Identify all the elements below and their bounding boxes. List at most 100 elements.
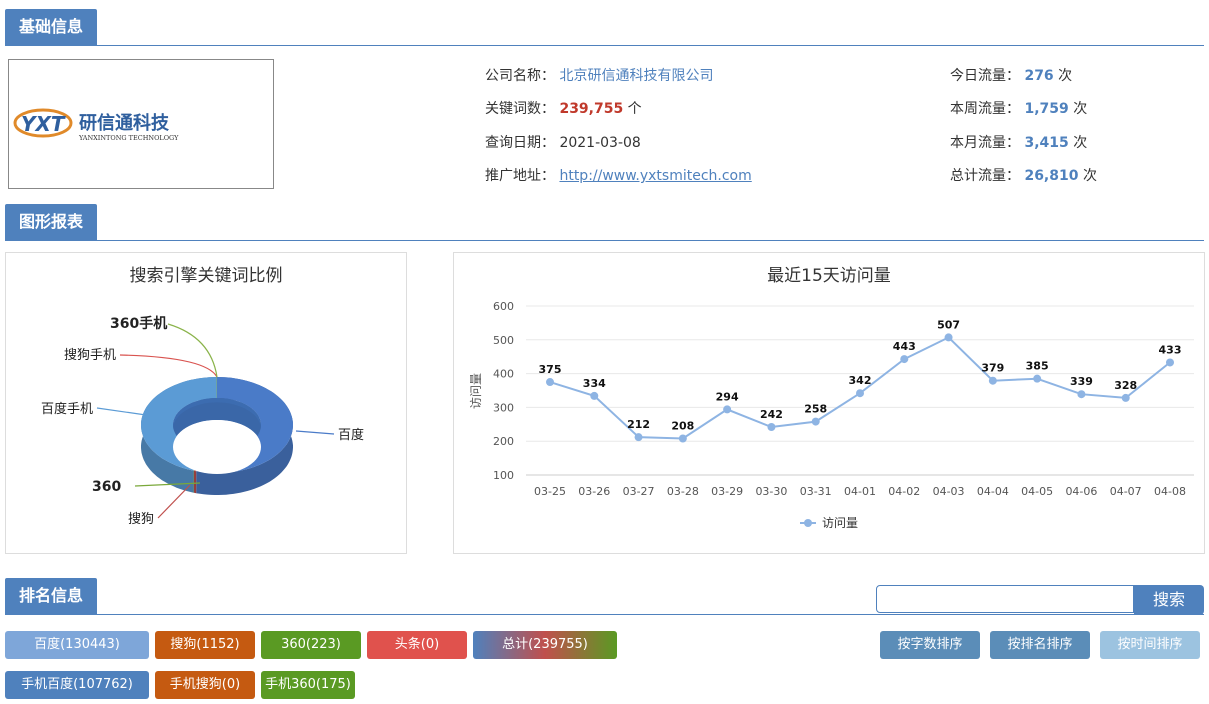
x-tick-11: 04-05	[1021, 485, 1053, 498]
data-point-11[interactable]	[1033, 375, 1041, 383]
donut-leader-5	[168, 324, 217, 377]
total-traffic-unit: 次	[1083, 168, 1097, 184]
data-point-1[interactable]	[590, 392, 598, 400]
company-name-label: 公司名称：	[485, 68, 555, 84]
today-traffic-label: 今日流量：	[950, 68, 1020, 84]
week-traffic-value: 1,759	[1024, 101, 1068, 117]
x-tick-2: 03-27	[623, 485, 655, 498]
donut-label-3: 百度手机	[41, 401, 93, 417]
promo-url-link[interactable]: http://www.yxtsmitech.com	[559, 168, 751, 184]
y-tick-4: 500	[493, 334, 514, 347]
data-label-2: 212	[627, 418, 650, 431]
data-label-0: 375	[539, 363, 562, 376]
x-tick-14: 04-08	[1154, 485, 1186, 498]
charts-header: 图形报表	[5, 204, 1204, 241]
data-label-4: 294	[716, 390, 739, 403]
x-tick-7: 04-01	[844, 485, 876, 498]
y-tick-3: 400	[493, 368, 514, 381]
data-label-8: 443	[893, 340, 916, 353]
data-point-7[interactable]	[856, 389, 864, 397]
engine-filter-button-1[interactable]: 搜狗(1152)	[155, 631, 255, 659]
keyword-count-row: 关键词数： 239,755 个	[485, 98, 642, 118]
ranking-tab: 排名信息	[5, 578, 97, 614]
x-tick-10: 04-04	[977, 485, 1009, 498]
data-point-5[interactable]	[767, 423, 775, 431]
search-button[interactable]: 搜索	[1134, 585, 1204, 615]
visits-chart-panel: 最近15天访问量 100200300400500600访问量03-2503-26…	[453, 252, 1205, 554]
promo-url-row: 推广地址： http://www.yxtsmitech.com	[485, 165, 752, 185]
x-tick-6: 03-31	[800, 485, 832, 498]
x-tick-3: 03-28	[667, 485, 699, 498]
donut-hole-bottom	[173, 420, 261, 474]
data-label-13: 328	[1114, 379, 1137, 392]
keyword-ratio-chart: 百度搜狗360百度手机搜狗手机360手机	[6, 253, 406, 553]
x-tick-9: 04-03	[933, 485, 965, 498]
data-label-11: 385	[1026, 360, 1049, 373]
charts-tab: 图形报表	[5, 204, 97, 240]
engine-filter-button-2[interactable]: 360(223)	[261, 631, 361, 659]
week-traffic-label: 本周流量：	[950, 101, 1020, 117]
query-date-value: 2021-03-08	[559, 135, 640, 151]
month-traffic-unit: 次	[1073, 135, 1087, 151]
logo-graphic: YXT 研信通科技 YANXINTONG TECHNOLOGY	[9, 60, 273, 188]
donut-leader-3	[97, 408, 146, 415]
logo-abbr: YXT	[21, 112, 66, 136]
sort-button-2[interactable]: 按时间排序	[1100, 631, 1200, 659]
x-tick-0: 03-25	[534, 485, 566, 498]
y-tick-0: 100	[493, 469, 514, 482]
mobile-filter-button-1[interactable]: 手机搜狗(0)	[155, 671, 255, 699]
legend-label: 访问量	[822, 516, 858, 530]
x-tick-1: 03-26	[578, 485, 610, 498]
data-label-3: 208	[671, 419, 694, 432]
data-point-6[interactable]	[812, 418, 820, 426]
engine-filter-button-4[interactable]: 总计(239755)	[473, 631, 617, 659]
donut-label-2: 360	[92, 479, 121, 495]
sort-button-1[interactable]: 按排名排序	[990, 631, 1090, 659]
x-tick-13: 04-07	[1110, 485, 1142, 498]
mobile-filter-button-2[interactable]: 手机360(175)	[261, 671, 355, 699]
data-label-10: 379	[981, 362, 1004, 375]
engine-filter-button-0[interactable]: 百度(130443)	[5, 631, 149, 659]
basic-info-header: 基础信息	[5, 9, 1204, 46]
keyword-count-value: 239,755	[559, 101, 623, 117]
donut-label-5: 360手机	[110, 315, 167, 332]
data-point-3[interactable]	[679, 434, 687, 442]
month-traffic-row: 本月流量： 3,415 次	[950, 132, 1087, 152]
donut-side-1	[194, 471, 196, 493]
sort-button-0[interactable]: 按字数排序	[880, 631, 980, 659]
data-point-13[interactable]	[1122, 394, 1130, 402]
donut-leader-0	[296, 431, 334, 434]
data-point-2[interactable]	[635, 433, 643, 441]
x-tick-12: 04-06	[1065, 485, 1097, 498]
promo-url-label: 推广地址：	[485, 168, 555, 184]
x-tick-5: 03-30	[755, 485, 787, 498]
month-traffic-label: 本月流量：	[950, 135, 1020, 151]
y-tick-5: 600	[493, 300, 514, 313]
total-traffic-label: 总计流量：	[950, 168, 1020, 184]
data-label-12: 339	[1070, 375, 1093, 388]
logo-cn-name: 研信通科技	[79, 112, 170, 134]
data-label-9: 507	[937, 318, 960, 331]
data-label-14: 433	[1159, 343, 1182, 356]
data-point-0[interactable]	[546, 378, 554, 386]
basic-info-tab: 基础信息	[5, 9, 97, 45]
data-point-9[interactable]	[945, 333, 953, 341]
engine-filter-button-3[interactable]: 头条(0)	[367, 631, 467, 659]
data-point-10[interactable]	[989, 377, 997, 385]
data-label-1: 334	[583, 377, 606, 390]
x-tick-4: 03-29	[711, 485, 743, 498]
data-point-12[interactable]	[1077, 390, 1085, 398]
total-traffic-value: 26,810	[1024, 168, 1078, 184]
data-point-14[interactable]	[1166, 358, 1174, 366]
mobile-filter-button-0[interactable]: 手机百度(107762)	[5, 671, 149, 699]
visits-line-chart: 100200300400500600访问量03-2503-2603-2703-2…	[454, 253, 1204, 553]
donut-label-0: 百度	[338, 427, 364, 443]
keyword-count-unit: 个	[628, 101, 642, 117]
data-point-4[interactable]	[723, 405, 731, 413]
search-input[interactable]	[876, 585, 1134, 613]
data-point-8[interactable]	[900, 355, 908, 363]
chart-legend[interactable]: 访问量	[800, 516, 858, 530]
query-date-row: 查询日期： 2021-03-08	[485, 132, 641, 152]
donut-leader-4	[120, 355, 217, 377]
today-traffic-unit: 次	[1058, 68, 1072, 84]
